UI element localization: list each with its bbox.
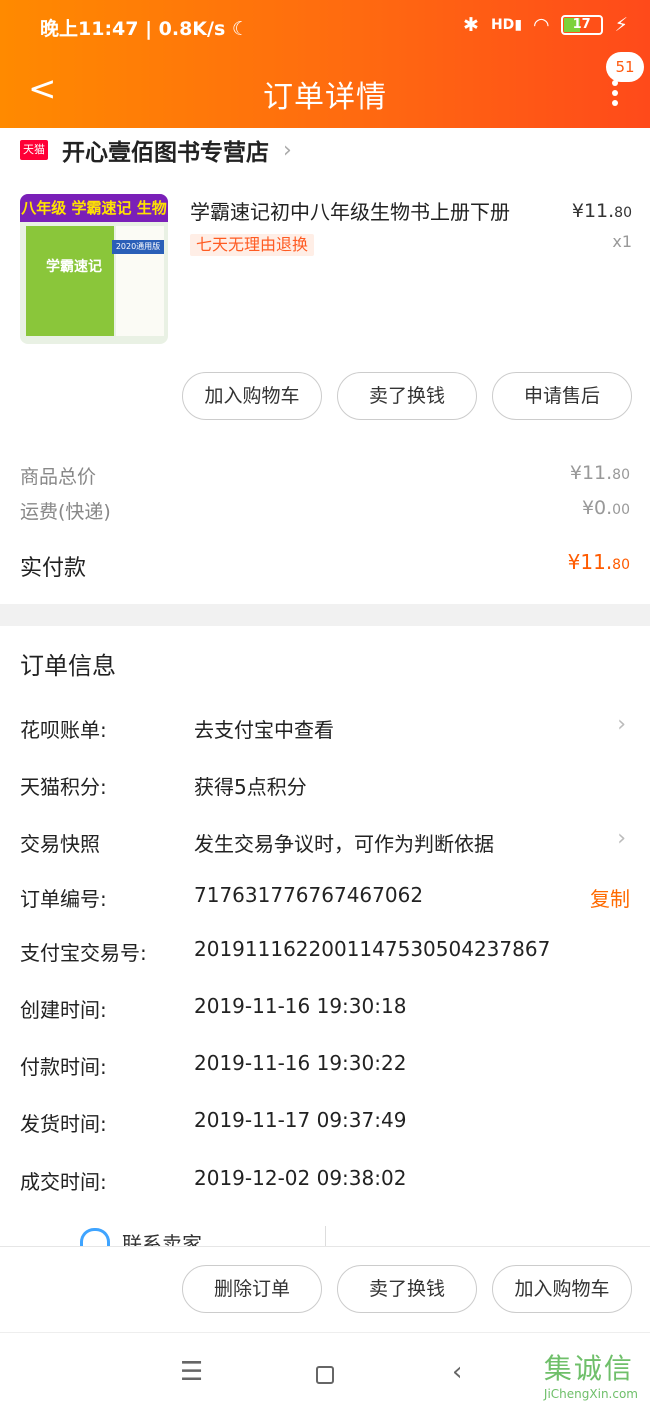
back-icon[interactable]: ‹ [452,1357,462,1387]
order-info-title: 订单信息 [20,652,116,680]
chevron-right-icon: › [617,826,626,851]
charging-icon: ⚡ [614,14,628,36]
product-price-int: ¥11. [571,200,615,222]
return-policy-tag: 七天无理由退换 [190,234,315,256]
product-quantity: x1 [612,232,632,251]
app-header: 晚上11:47 | 0.8K/s ☾ ✱ HD▮ ◠ 17 ⚡ < 订单详情 5… [0,0,650,128]
row-value: 2019-12-02 09:38:02 [194,1166,407,1190]
row-label: 付款时间: [20,1055,107,1079]
row-label: 交易快照 [20,832,100,856]
row-label: 天猫积分: [20,775,107,799]
navbar: < 订单详情 [0,60,650,120]
watermark-domain: JiChengXin.com [543,1387,638,1401]
product-item[interactable]: 八年级 学霸速记 生物 学霸速记 2020通用版 学霸速记初中八年级生物书上册下… [20,190,632,350]
product-price-dec: 80 [614,205,632,221]
goods-total-label: 商品总价 [20,466,97,488]
menu-icon[interactable]: ☰ [180,1357,203,1387]
shipping-row: 运费(快递) ¥0.00 [20,497,630,527]
row-value: 2019-11-17 09:37:49 [194,1108,407,1132]
chevron-right-icon: › [283,137,292,163]
shipping-label: 运费(快递) [20,501,111,523]
after-sales-button[interactable]: 申请售后 [492,372,632,420]
resell-button[interactable]: 卖了换钱 [337,372,477,420]
battery-level: 17 [572,17,591,32]
shipped-time-row: 发货时间: 2019-11-17 09:37:49 [20,1108,630,1140]
row-label: 订单编号: [20,887,107,911]
bottom-button-row: 删除订单 卖了换钱 加入购物车 [182,1265,632,1313]
alipay-trade-no-row: 支付宝交易号: 2019111622001147530504237867 [20,937,630,969]
contact-seller-button[interactable]: 联系卖家 [80,1228,202,1246]
row-label: 支付宝交易号: [20,941,147,965]
signal-icon: HD▮ [490,17,523,33]
row-value: 2019-11-16 19:30:22 [194,1051,407,1075]
bluetooth-icon: ✱ [463,14,479,36]
product-cover-image[interactable]: 八年级 学霸速记 生物 学霸速记 2020通用版 [20,194,168,344]
row-value: 去支付宝中查看 [194,718,334,742]
product-name[interactable]: 学霸速记初中八年级生物书上册下册 [190,196,550,225]
add-to-cart-button[interactable]: 加入购物车 [182,372,322,420]
message-count-badge: 51 [606,52,644,82]
goods-total-row: 商品总价 ¥11.80 [20,462,630,492]
contact-seller-label: 联系卖家 [122,1232,202,1246]
product-action-row: 加入购物车 卖了换钱 申请售后 [182,372,632,420]
tmall-points-row: 天猫积分: 获得5点积分 [20,771,630,803]
shop-header[interactable]: 天猫 开心壹佰图书专营店 › [20,132,630,168]
vertical-divider [325,1226,326,1246]
network-label: HD [490,17,515,33]
watermark-brand: 集诚信 [543,1352,634,1385]
row-label: 成交时间: [20,1170,107,1194]
created-time-row: 创建时间: 2019-11-16 19:30:18 [20,994,630,1026]
huabei-bill-row[interactable]: 花呗账单: 去支付宝中查看 › [20,712,630,746]
paid-total-value: ¥11.80 [567,550,630,574]
row-label: 发货时间: [20,1112,107,1136]
cover-title: 八年级 学霸速记 生物 [20,194,168,222]
row-value: 获得5点积分 [194,775,307,799]
row-value: 发生交易争议时，可作为判断依据 [194,832,494,856]
row-value: 2019111622001147530504237867 [194,937,551,961]
section-divider [0,604,650,626]
chevron-right-icon: › [617,712,626,737]
paid-total-label: 实付款 [20,556,87,581]
paid-time-row: 付款时间: 2019-11-16 19:30:22 [20,1051,630,1083]
completed-time-row: 成交时间: 2019-12-02 09:38:02 [20,1166,630,1198]
status-right: ✱ HD▮ ◠ 17 ⚡ [463,14,628,36]
home-icon[interactable] [316,1361,334,1391]
wifi-icon: ◠ [534,14,549,36]
row-label: 创建时间: [20,998,107,1022]
copy-button[interactable]: 复制 [590,883,630,912]
chat-icon [80,1228,110,1246]
row-value: 2019-11-16 19:30:18 [194,994,407,1018]
tmall-logo-icon: 天猫 [20,140,48,160]
goods-total-value: ¥11.80 [569,462,630,484]
row-value: 717631776767467062 [194,883,424,907]
add-to-cart-button[interactable]: 加入购物车 [492,1265,632,1313]
trade-snapshot-row[interactable]: 交易快照 发生交易争议时，可作为判断依据 › [20,826,630,860]
shop-name: 开心壹佰图书专营店 [62,140,269,166]
more-menu-icon[interactable] [610,80,620,110]
cover-brand: 学霸速记 [46,259,102,275]
product-price: ¥11.80 [572,200,632,222]
system-navigation-bar: ☰ ‹ 集诚信 JiChengXin.com [0,1332,650,1408]
delete-order-button[interactable]: 删除订单 [182,1265,322,1313]
cover-edition: 2020通用版 [112,240,164,254]
bottom-action-bar: 删除订单 卖了换钱 加入购物车 [0,1246,650,1332]
shipping-value: ¥0.00 [581,497,630,519]
status-left-text: 晚上11:47 | 0.8K/s ☾ [40,18,249,40]
row-label: 花呗账单: [20,718,107,742]
watermark: 集诚信 JiChengXin.com [544,1347,638,1401]
resell-button[interactable]: 卖了换钱 [337,1265,477,1313]
battery-icon: 17 [560,15,603,35]
page-title: 订单详情 [263,80,387,115]
paid-total-row: 实付款 ¥11.80 [20,550,630,581]
order-number-row: 订单编号: 717631776767467062 复制 [20,883,630,915]
status-bar: 晚上11:47 | 0.8K/s ☾ ✱ HD▮ ◠ 17 ⚡ [40,14,628,46]
